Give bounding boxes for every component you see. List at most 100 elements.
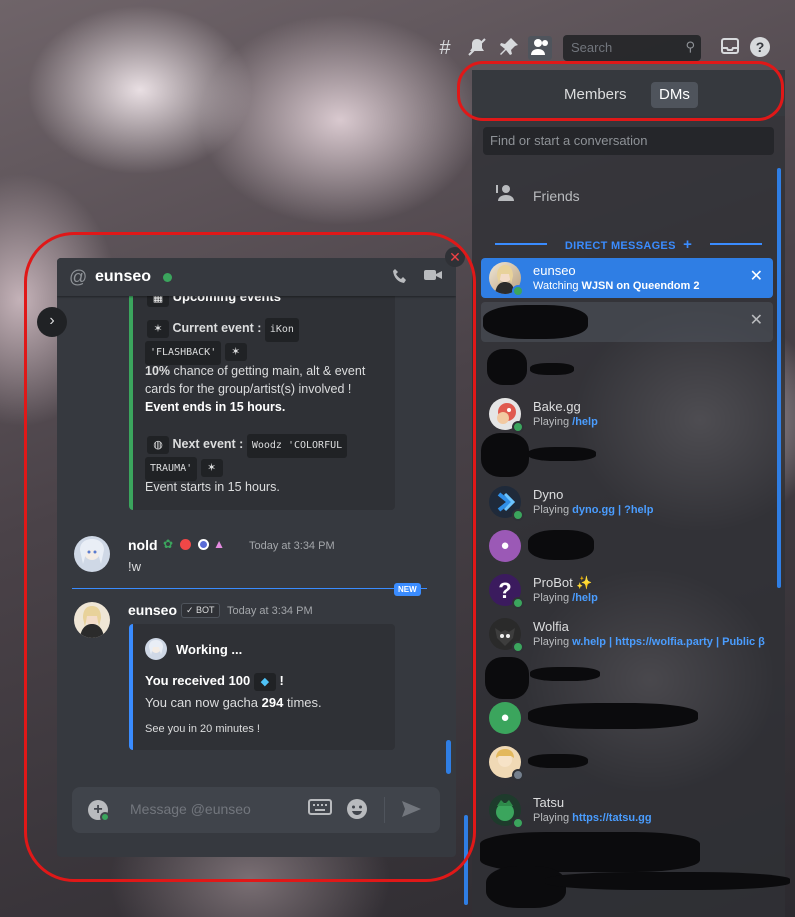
chance-desc: chance of getting main, alt & event card… <box>145 364 366 396</box>
threads-icon[interactable]: # <box>433 36 457 60</box>
dm-activity: Playing /help <box>533 592 598 604</box>
online-status-icon <box>512 285 524 297</box>
voice-call-icon[interactable] <box>391 267 409 290</box>
chat-scrollbar[interactable] <box>446 740 451 774</box>
group-dm-icon: ● <box>489 530 521 562</box>
gem-icon: ◆ <box>253 672 276 691</box>
tab-members[interactable]: Members <box>556 82 635 108</box>
upload-badge-icon <box>100 812 110 822</box>
dm-item-probot[interactable]: ? ProBot ✨ Playing /help <box>481 570 773 610</box>
bot-embed-footer: See you in 20 minutes ! <box>145 723 260 735</box>
online-status-icon <box>512 641 524 653</box>
help-icon[interactable]: ? <box>748 36 772 60</box>
party-icon: ✶ <box>224 342 247 361</box>
online-status-icon <box>512 817 524 829</box>
sidebar-item-friends[interactable]: Friends <box>483 178 774 214</box>
members-icon[interactable] <box>528 36 552 60</box>
online-status-icon <box>512 597 524 609</box>
message-timestamp: Today at 3:34 PM <box>227 605 313 617</box>
message-composer[interactable]: + Message @eunseo <box>72 787 440 833</box>
emoji-icon[interactable] <box>346 798 368 825</box>
chat-header: @ eunseo <box>57 258 456 296</box>
redaction-scribble <box>528 754 588 768</box>
events-embed: ▦ Upcoming events ✶ Current event : iKon… <box>129 284 395 510</box>
gacha-post: times. <box>283 695 322 710</box>
pin-icon[interactable] <box>497 36 521 60</box>
message-author[interactable]: nold <box>128 537 158 553</box>
direct-messages-header: DIRECT MESSAGES + <box>483 236 774 253</box>
chat-recipient-name: eunseo <box>95 268 152 285</box>
triangle-badge-icon: ▲ <box>213 537 225 551</box>
dm-item-redacted[interactable] <box>481 742 773 782</box>
new-messages-badge: NEW <box>394 583 421 596</box>
search-placeholder: Search <box>571 40 613 55</box>
sidebar-tabs: Members DMs <box>472 70 785 116</box>
peacock-icon: ✿ <box>163 537 174 551</box>
bot-embed-title: Working ... <box>176 642 243 657</box>
mute-icon[interactable] <box>465 36 489 60</box>
activity-verb: Playing <box>533 636 570 648</box>
current-event-line: ✶ Current event : iKon <box>147 318 299 342</box>
svg-text:?: ? <box>498 578 511 603</box>
dm-chat-popout: @ eunseo ▦ Upcoming events ✶ Current eve… <box>57 258 456 857</box>
dm-item-dyno[interactable]: Dyno Playing dyno.gg | ?help <box>481 482 773 522</box>
add-dm-icon[interactable]: + <box>683 236 692 253</box>
redaction-scribble <box>485 657 529 699</box>
page-scrollbar[interactable] <box>464 815 468 905</box>
tab-dms[interactable]: DMs <box>651 82 698 108</box>
received-end: ! <box>279 673 284 688</box>
expand-arrow-icon[interactable]: › <box>37 307 67 337</box>
sidebar-scrollbar[interactable] <box>777 168 781 588</box>
gacha-count: 294 <box>261 695 284 710</box>
close-popout-icon[interactable]: ✕ <box>445 247 465 267</box>
avatar[interactable] <box>74 602 110 638</box>
gacha-pre: You can now gacha <box>145 695 262 710</box>
dm-item-tatsu[interactable]: Tatsu Playing https://tatsu.gg <box>481 790 773 830</box>
gacha-line: You can now gacha 294 times. <box>145 694 322 712</box>
badge-icon <box>197 539 209 551</box>
message-author[interactable]: eunseo <box>128 602 177 618</box>
dm-item-eunseo[interactable]: eunseo Watching WJSN on Queendom 2 ✕ <box>481 258 773 298</box>
group-dm-item[interactable]: ● <box>481 526 773 566</box>
video-call-icon[interactable] <box>423 267 443 288</box>
redaction-scribble <box>545 872 790 890</box>
dm-name: eunseo <box>533 263 576 278</box>
activity-detail: /help <box>572 592 598 604</box>
close-dm-icon[interactable]: ✕ <box>750 268 763 286</box>
keyboard-icon[interactable] <box>308 798 332 821</box>
redaction-scribble <box>486 866 566 908</box>
activity-detail: WJSN on Queendom 2 <box>581 280 700 292</box>
search-input[interactable]: Search ⚲ <box>563 35 701 61</box>
friends-label: Friends <box>533 188 580 204</box>
bot-embed: Working ... You received 100 ◆ ! You can… <box>129 624 395 750</box>
activity-verb: Watching <box>533 280 579 292</box>
online-status-icon <box>512 421 524 433</box>
dm-activity: Playing dyno.gg | ?help <box>533 504 653 516</box>
inbox-icon[interactable] <box>718 36 742 60</box>
dm-item-bake-gg[interactable]: Bake.gg Playing /help <box>481 394 773 434</box>
activity-verb: Playing <box>533 504 570 516</box>
activity-detail: https://tatsu.gg <box>572 812 652 824</box>
activity-detail: /help <box>572 416 598 428</box>
current-event-label: Current event : <box>172 321 262 335</box>
message-input[interactable]: Message @eunseo <box>130 801 251 817</box>
avatar[interactable] <box>74 536 110 572</box>
send-icon[interactable] <box>400 798 422 825</box>
chance-text: 10% chance of getting main, alt & event … <box>145 362 385 398</box>
online-status-icon <box>512 509 524 521</box>
party-icon: ✶ <box>147 319 169 338</box>
at-icon: @ <box>69 267 88 287</box>
close-dm-icon[interactable]: ✕ <box>750 312 763 330</box>
activity-verb: Playing <box>533 416 570 428</box>
dm-item-wolfia[interactable]: Wolfia Playing w.help | https://wolfia.p… <box>481 614 773 654</box>
composer-divider <box>384 797 385 823</box>
chance-percent: 10% <box>145 364 171 378</box>
inline-code: iKon <box>264 318 299 342</box>
dm-search-input[interactable]: Find or start a conversation <box>483 127 774 155</box>
offline-status-icon <box>512 769 524 781</box>
redaction-scribble <box>528 447 596 461</box>
group-dm-icon: ● <box>489 702 521 734</box>
redaction-scribble <box>530 667 600 681</box>
message-timestamp: Today at 3:34 PM <box>249 540 335 552</box>
dm-name: Wolfia <box>533 619 569 634</box>
